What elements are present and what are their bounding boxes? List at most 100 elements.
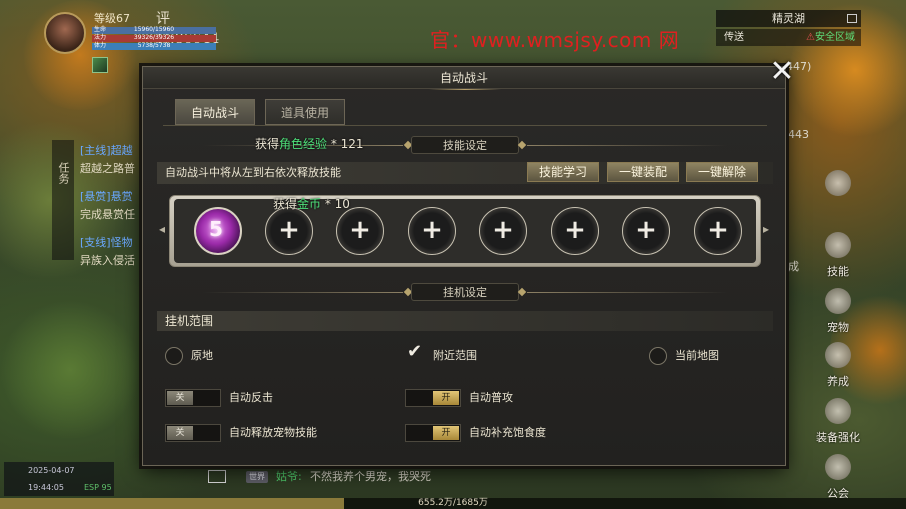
plus-icon: + [278,215,300,245]
menu-item-grow[interactable]: 养成 [808,342,868,389]
radio-icon [649,347,667,365]
radio-label: 当前地图 [675,349,719,362]
reward-popup-gold: 获得金币 * 10 [273,195,350,212]
anvil-icon [825,398,851,424]
close-button[interactable]: ✕ [767,57,797,88]
exp-text: 655.2万/1685万 [418,498,488,508]
menu-item-label: 技能 [827,265,849,278]
date-text: 2025-04-07 [28,466,75,475]
safe-zone-indicator: ⚠安全区域 [806,29,855,46]
divider [527,145,727,146]
mail-icon[interactable] [208,470,226,483]
auto-attack-toggle[interactable]: 开 [405,389,461,407]
time-text: 19:44:05 [28,483,64,492]
auto-pet-skill-toggle[interactable]: 关 [165,424,221,442]
plus-icon: + [349,215,371,245]
task-item-tag[interactable]: [主线]超越 [80,142,150,160]
mp-text: 39326/39326 [133,34,175,41]
skill-learn-button[interactable]: 技能学习 [527,162,599,182]
buff-icon[interactable] [92,57,108,73]
toggle-knob: 关 [167,391,193,405]
tree [0,300,140,440]
chat-bar[interactable]: 世界 姑爷: 不然我养个男宠，我哭死 [208,466,598,488]
menu-item-settings[interactable] [808,170,868,198]
player-avatar[interactable] [44,12,86,54]
diamond-icon [517,140,527,150]
hp-text: 15960/15960 [133,26,175,33]
reward-item: 角色经验 [279,137,328,151]
toggle-knob: 开 [433,391,459,405]
toggle-label: 自动释放宠物技能 [229,426,317,439]
exp-bar: 655.2万/1685万 [0,498,906,509]
side-value: 443 [788,128,809,141]
map-status-row: 传送 ⚠安全区域 [716,29,861,46]
range-title: 挂机范围 [165,314,214,328]
skill-slot-2[interactable]: + [265,207,313,255]
task-item-tag[interactable]: [支线]怪物 [80,234,150,252]
skill-slot-5[interactable]: + [479,207,527,255]
task-item-desc[interactable]: 完成悬赏任 [80,206,150,224]
guild-icon [825,454,851,480]
skill-section-title: 技能设定 [411,136,519,154]
auto-counter-toggle[interactable]: 关 [165,389,221,407]
menu-item-label: 宠物 [827,321,849,334]
skill-icon [825,232,851,258]
skill-section-header: 技能设定 [143,136,787,154]
teleport-button[interactable]: 传送 [724,29,744,46]
plus-icon: + [707,215,729,245]
scroll-right-icon[interactable]: ▸ [763,222,773,236]
task-tab[interactable]: 任务 [52,140,74,260]
status-panel: 2025-04-07 19:44:05 ESP 95 [4,462,114,496]
plus-icon: + [421,215,443,245]
stamina-bar: 体力 5738/5738 [92,42,216,50]
chat-message: 不然我养个男宠，我哭死 [310,470,431,483]
task-item-desc[interactable]: 异族入侵活 [80,252,150,270]
unequip-all-button[interactable]: 一键解除 [686,162,758,182]
menu-item-skill[interactable]: 技能 [808,232,868,279]
dialog-title-bar: 自动战斗 [143,67,785,89]
skill-slot-8[interactable]: + [694,207,742,255]
minimize-icon[interactable] [847,14,857,23]
skill-slot-3[interactable]: + [336,207,384,255]
task-tab-label: 任务 [57,162,70,184]
menu-item-label: 装备强化 [816,431,860,444]
tab-item-use[interactable]: 道具使用 [265,99,345,125]
reward-amount: * 121 [327,137,364,151]
plus-icon: + [492,215,514,245]
skill-toolbar: 自动战斗中将从左到右依次释放技能 技能学习 一键装配 一键解除 [157,162,773,184]
auto-battle-dialog: 自动战斗 ✕ 自动战斗 道具使用 技能设定 获得角色经验 * 121 自动战斗中… [142,57,795,466]
tab-divider [163,125,767,126]
task-item-tag[interactable]: [悬赏]悬赏 [80,188,150,206]
grow-icon [825,342,851,368]
hp-bar: 生命 15960/15960 [92,26,216,34]
menu-item-guild[interactable]: 公会 [808,454,868,501]
tab-auto-battle[interactable]: 自动战斗 [175,99,255,125]
divider [527,292,727,293]
radio-label: 原地 [191,349,213,362]
skill-slot-4[interactable]: + [408,207,456,255]
plus-icon: + [635,215,657,245]
auto-food-toggle[interactable]: 开 [405,424,461,442]
range-header: 挂机范围 [157,311,773,331]
skill-slot-level: 5 [209,217,223,241]
chat-speaker[interactable]: 姑爷: [276,466,302,488]
menu-item-equip[interactable]: 装备强化 [808,398,868,445]
auto-equip-button[interactable]: 一键装配 [607,162,679,182]
reward-item: 金币 [297,197,322,211]
skill-slot-7[interactable]: + [622,207,670,255]
skill-slot-track: 5 + + + + + + + [174,199,756,263]
toggle-knob: 关 [167,426,193,440]
skill-slot-1[interactable]: 5 [194,207,242,255]
warning-icon: ⚠ [806,32,815,43]
skill-slot-frame: 5 + + + + + + + [169,195,761,267]
chat-channel-badge: 世界 [246,471,268,483]
toggle-knob: 开 [433,426,459,440]
minimap-header: 精灵湖 传送 ⚠安全区域 [716,10,861,46]
map-name: 精灵湖 [716,10,861,27]
menu-item-label: 养成 [827,375,849,388]
skill-slot-6[interactable]: + [551,207,599,255]
menu-item-pet[interactable]: 宠物 [808,288,868,335]
task-item-desc[interactable]: 超越之路普 [80,160,150,178]
scroll-left-icon[interactable]: ◂ [159,222,169,236]
dialog-title: 自动战斗 [439,71,488,85]
